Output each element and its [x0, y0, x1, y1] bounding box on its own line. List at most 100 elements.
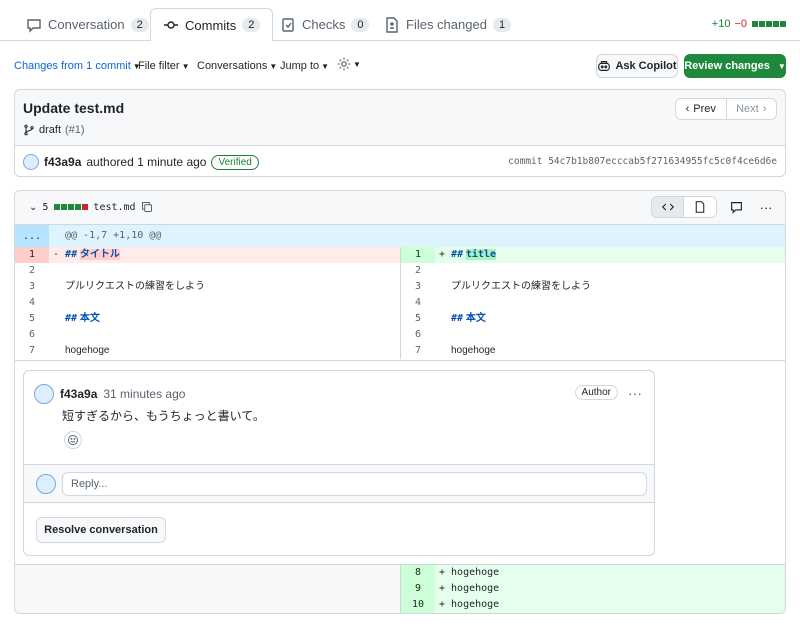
diffstat: +10 −0: [712, 18, 786, 30]
line-number[interactable]: 9: [401, 581, 435, 597]
tab-checks[interactable]: Checks 0: [268, 8, 381, 41]
line-number[interactable]: 5: [401, 311, 435, 327]
line-number[interactable]: 1: [15, 247, 49, 263]
caret-down-icon: ▼: [181, 62, 190, 71]
deletions-count: −0: [734, 18, 747, 30]
reply-area: Reply...: [24, 465, 654, 503]
line-number[interactable]: 2: [401, 263, 435, 279]
chevron-down-icon[interactable]: ⌄: [29, 202, 37, 213]
reply-input[interactable]: Reply...: [62, 472, 647, 496]
diffstat-bar: [53, 202, 89, 213]
tab-files-changed[interactable]: Files changed 1: [372, 8, 523, 41]
comment-time[interactable]: 31 minutes ago: [103, 387, 185, 401]
branch-name[interactable]: draft: [39, 124, 61, 136]
line-number[interactable]: 7: [15, 343, 49, 359]
review-changes-button[interactable]: Review changes ▼: [684, 54, 786, 78]
git-branch-icon: [24, 124, 34, 136]
avatar[interactable]: [23, 154, 39, 170]
line-number[interactable]: 6: [15, 327, 49, 343]
commit-icon: [164, 21, 178, 29]
line-number[interactable]: 5: [15, 311, 49, 327]
ask-copilot-button[interactable]: Ask Copilot: [596, 54, 678, 78]
file-change-count: 5: [42, 201, 49, 213]
commit-header: Update test.md draft (#1) ‹ Prev Next › f4…: [14, 89, 786, 177]
line-code: + hogehoge: [439, 599, 500, 610]
line-number[interactable]: 3: [15, 279, 49, 295]
line-number[interactable]: 8: [401, 565, 435, 581]
tab-count: 0: [351, 17, 370, 32]
code-icon: [661, 203, 674, 211]
pr-number[interactable]: (#1): [65, 124, 85, 136]
diff-row: 3 プルリクエストの練習をしよう 3 プルリクエストの練習をしよう: [15, 279, 785, 295]
branch-info: draft (#1): [23, 124, 85, 136]
changes-from-dropdown[interactable]: Changes from 1 commit ▼: [14, 60, 141, 72]
line-number[interactable]: 4: [401, 295, 435, 311]
copilot-icon: [598, 61, 611, 71]
line-code: hogehoge: [451, 345, 496, 356]
line-number[interactable]: 1: [401, 247, 435, 263]
code-view-button[interactable]: [652, 197, 684, 217]
comment-more-button[interactable]: ···: [628, 385, 642, 401]
resolve-conversation-button[interactable]: Resolve conversation: [36, 517, 166, 543]
file-filter-dropdown[interactable]: File filter ▼: [138, 60, 189, 72]
line-code: + ## title: [439, 249, 496, 260]
settings-dropdown[interactable]: ▼: [337, 57, 361, 71]
additions-count: +10: [711, 18, 731, 30]
copy-icon[interactable]: [141, 201, 153, 213]
commit-count-link: 1 commit: [86, 60, 131, 72]
line-code: ## 本文: [451, 313, 486, 324]
line-number[interactable]: 2: [15, 263, 49, 279]
avatar[interactable]: [34, 384, 54, 404]
tab-label: Files changed: [406, 17, 487, 32]
comment-card: f43a9a 31 minutes ago Author ··· 短すぎるから、…: [23, 370, 655, 556]
tab-conversation[interactable]: Conversation 2: [14, 8, 161, 41]
tab-commits[interactable]: Commits 2: [150, 8, 274, 42]
diff-row: 5 ## 本文 5 ## 本文: [15, 311, 785, 327]
file-name[interactable]: test.md: [93, 202, 135, 213]
hunk-range: @@ -1,7 +1,10 @@: [65, 230, 162, 241]
comment-button[interactable]: [725, 196, 747, 218]
more-options-button[interactable]: ···: [755, 196, 777, 218]
tab-count: 1: [492, 17, 512, 32]
diff-row: 1 - ## タイトル 1 + ## title: [15, 247, 785, 263]
smiley-icon: [68, 435, 78, 445]
author-badge: Author: [574, 385, 618, 400]
line-number[interactable]: 4: [15, 295, 49, 311]
chevron-left-icon: ‹: [685, 103, 690, 115]
diff-row: 7 hogehoge 7 hogehoge: [15, 343, 785, 359]
tab-count: 2: [242, 18, 261, 32]
comment-header: f43a9a 31 minutes ago: [34, 384, 185, 404]
avatar: [36, 474, 56, 494]
commit-sha: commit 54c7b1b807ecccab5f271634955fc5c0f…: [508, 156, 777, 167]
diffstat-bar: [751, 18, 786, 30]
line-number[interactable]: 3: [401, 279, 435, 295]
prev-button[interactable]: ‹ Prev: [676, 99, 726, 119]
file-view-button[interactable]: [684, 197, 716, 217]
line-code: ## 本文: [65, 313, 100, 324]
next-button[interactable]: Next ›: [725, 99, 777, 119]
diff-row: 9 + hogehoge: [15, 581, 785, 597]
caret-down-icon: ▼: [353, 59, 361, 69]
view-toggle: [651, 196, 717, 218]
verified-badge[interactable]: Verified: [211, 154, 259, 170]
jump-to-dropdown[interactable]: Jump to ▼: [280, 60, 329, 72]
conversations-dropdown[interactable]: Conversations ▼: [197, 60, 277, 72]
diff-row: 2 2: [15, 263, 785, 279]
commit-author[interactable]: f43a9a: [44, 155, 81, 169]
tab-count: 2: [130, 17, 149, 32]
files-toolbar: Changes from 1 commit ▼ File filter ▼ Conv…: [14, 54, 786, 78]
commit-navigation: ‹ Prev Next ›: [675, 98, 777, 120]
add-reaction-button[interactable]: [64, 431, 82, 449]
comment: f43a9a 31 minutes ago Author ··· 短すぎるから、…: [24, 371, 654, 465]
expand-hunk-button[interactable]: ...: [15, 225, 49, 247]
line-number[interactable]: 10: [401, 597, 435, 613]
line-number[interactable]: 7: [401, 343, 435, 359]
caret-down-icon: ▼: [321, 62, 330, 71]
line-number[interactable]: 6: [401, 327, 435, 343]
comment-author[interactable]: f43a9a: [60, 387, 97, 401]
file-icon: [695, 201, 705, 213]
comment-body: 短すぎるから、もうちょっと書いて。: [62, 409, 265, 423]
gear-icon: [337, 57, 351, 71]
commit-title: Update test.md: [23, 100, 125, 116]
diff-row: 4 4: [15, 295, 785, 311]
